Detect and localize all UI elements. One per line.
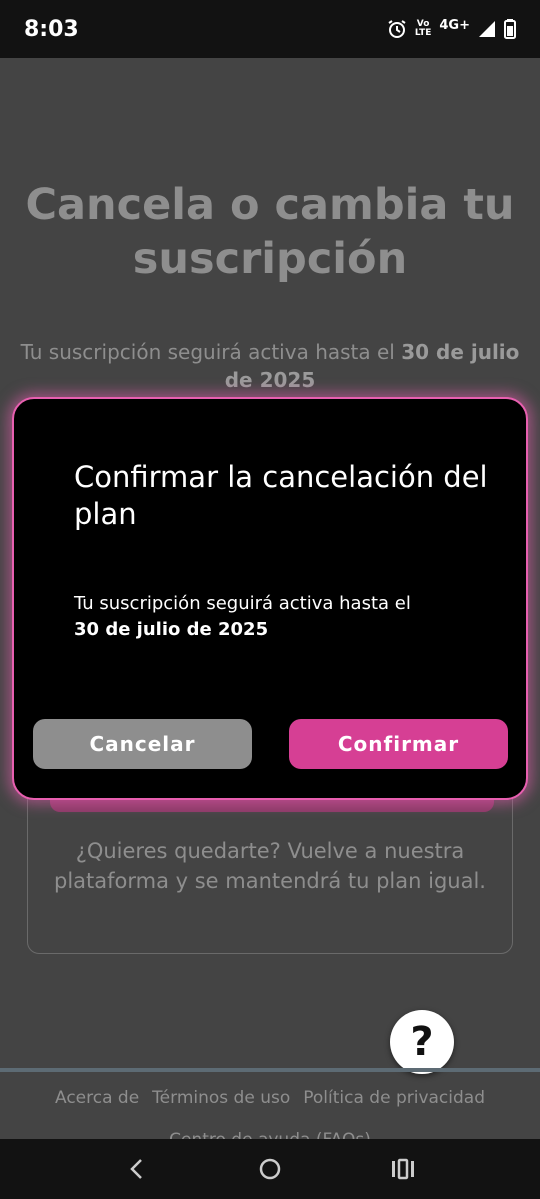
network-type: 4G+ [439, 17, 470, 33]
page-subtitle-text: Tu suscripción seguirá activa hasta el [20, 340, 402, 364]
system-nav-bar [0, 1139, 540, 1199]
recents-icon [392, 1158, 415, 1180]
dialog-message: Tu suscripción seguirá activa hasta el 3… [74, 591, 494, 643]
volte-indicator: Vo LTE [415, 20, 432, 38]
status-time: 8:03 [24, 16, 79, 42]
signal-icon [478, 20, 496, 38]
footer-link-about[interactable]: Acerca de [55, 1088, 139, 1108]
footer-link-privacy[interactable]: Política de privacidad [303, 1088, 485, 1108]
alarm-icon [387, 19, 407, 39]
footer-link-terms[interactable]: Términos de uso [152, 1088, 290, 1108]
battery-icon [504, 19, 516, 39]
home-icon [259, 1158, 281, 1180]
status-icons: Vo LTE 4G+ [387, 17, 516, 39]
home-nav-button[interactable] [240, 1139, 300, 1199]
back-nav-button[interactable] [107, 1139, 167, 1199]
footer-links: Acerca de Términos de uso Política de pr… [0, 1088, 540, 1108]
status-bar: 8:03 Vo LTE 4G+ [0, 0, 540, 58]
stay-card-text: ¿Quieres quedarte? Vuelve a nuestra plat… [54, 839, 486, 893]
back-icon [129, 1159, 142, 1179]
page-subtitle: Tu suscripción seguirá activa hasta el 3… [20, 338, 520, 394]
recents-nav-button[interactable] [373, 1139, 433, 1199]
confirm-cancel-dialog: Confirmar la cancelación del plan Tu sus… [12, 397, 528, 800]
footer-divider [0, 1068, 540, 1072]
dialog-message-text: Tu suscripción seguirá activa hasta el [74, 593, 411, 614]
confirm-button[interactable]: Confirmar [289, 719, 508, 769]
page-title: Cancela o cambia tu suscripción [25, 180, 515, 284]
cancel-button[interactable]: Cancelar [33, 719, 252, 769]
dialog-title: Confirmar la cancelación del plan [74, 460, 488, 531]
dialog-message-date: 30 de julio de 2025 [74, 619, 269, 640]
volte-bottom: LTE [414, 28, 432, 38]
help-button[interactable]: ? [390, 1010, 454, 1074]
